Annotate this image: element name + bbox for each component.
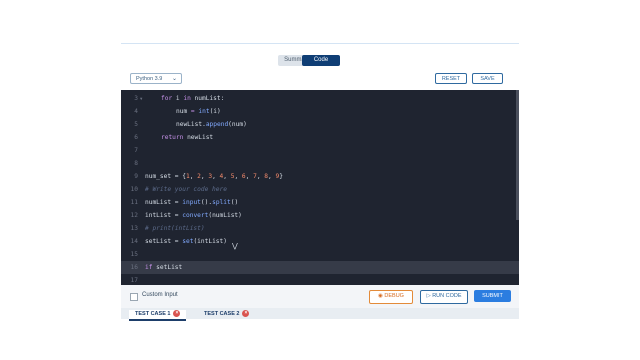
code-line: 11 numList = input().split() bbox=[121, 196, 519, 209]
run-code-button[interactable]: ▷ RUN CODE bbox=[420, 290, 468, 304]
code-line: 8 bbox=[121, 157, 519, 170]
code-line: 17 bbox=[121, 274, 519, 285]
code-line: 10 # Write your code here bbox=[121, 183, 519, 196]
editor-toolbar: Python 3.9 ⌄ RESET SAVE bbox=[130, 73, 519, 86]
mouse-cursor-icon: ⋁ bbox=[232, 242, 238, 250]
code-line: 9 num_set = {1, 2, 3, 4, 5, 6, 7, 8, 9} bbox=[121, 170, 519, 183]
editor-footer: Custom Input ◉ DEBUG ▷ RUN CODE SUBMIT T… bbox=[121, 285, 519, 321]
line-number: 15 bbox=[130, 251, 138, 258]
code-panel: Summary Code Python 3.9 ⌄ RESET SAVE 3 ▼… bbox=[121, 43, 519, 321]
line-number: 17 bbox=[130, 277, 138, 284]
editor-scrollbar[interactable] bbox=[516, 90, 519, 220]
code-editor[interactable]: 3 ▼ for i in numList: 4 num = int(i) 5 n… bbox=[121, 90, 519, 285]
language-value: Python 3.9 bbox=[136, 76, 163, 82]
custom-input-label: Custom Input bbox=[142, 292, 178, 298]
code-line: 6 return newList bbox=[121, 131, 519, 144]
fold-icon[interactable]: ▼ bbox=[140, 92, 142, 105]
custom-input-checkbox[interactable] bbox=[130, 293, 138, 301]
code-line: 15 bbox=[121, 248, 519, 261]
error-icon: × bbox=[173, 310, 181, 318]
save-button[interactable]: SAVE bbox=[472, 73, 503, 84]
language-select[interactable]: Python 3.9 ⌄ bbox=[130, 73, 182, 84]
code-line: 13 # print(intList) bbox=[121, 222, 519, 235]
code-line: 3 ▼ for i in numList: bbox=[121, 92, 519, 105]
code-line: 5 newList.append(num) bbox=[121, 118, 519, 131]
line-number: 10 bbox=[130, 186, 138, 193]
line-number: 4 bbox=[134, 108, 138, 115]
tab-code[interactable]: Code bbox=[302, 55, 340, 66]
line-number: 7 bbox=[134, 147, 138, 154]
bug-icon: ◉ bbox=[378, 293, 383, 299]
code-line: 12 intList = convert(numList) bbox=[121, 209, 519, 222]
reset-button[interactable]: RESET bbox=[435, 73, 467, 84]
view-tabs: Summary Code bbox=[278, 55, 340, 66]
code-line: 4 num = int(i) bbox=[121, 105, 519, 118]
line-number: 16 bbox=[130, 264, 138, 271]
line-number: 12 bbox=[130, 212, 138, 219]
code-line: 7 bbox=[121, 144, 519, 157]
line-number: 6 bbox=[134, 134, 138, 141]
error-icon: × bbox=[242, 310, 250, 318]
play-icon: ▷ bbox=[426, 293, 431, 299]
line-number: 11 bbox=[130, 199, 138, 206]
debug-button[interactable]: ◉ DEBUG bbox=[369, 290, 413, 304]
submit-button[interactable]: SUBMIT bbox=[474, 290, 511, 302]
test-case-tabs: TEST CASE 1 × TEST CASE 2 × bbox=[121, 308, 519, 321]
tab-test-case-2[interactable]: TEST CASE 2 × bbox=[204, 310, 250, 319]
code-line: 14 setList = set(intList) bbox=[121, 235, 519, 248]
line-number: 5 bbox=[134, 121, 138, 128]
line-number: 14 bbox=[130, 238, 138, 245]
line-number: 13 bbox=[130, 225, 138, 232]
chevron-down-icon: ⌄ bbox=[171, 76, 177, 82]
line-number: 9 bbox=[134, 173, 138, 180]
line-number: 8 bbox=[134, 160, 138, 167]
code-line-active: 16 if setList bbox=[121, 261, 519, 274]
line-number: 3 bbox=[134, 95, 138, 102]
tab-test-case-1[interactable]: TEST CASE 1 × bbox=[129, 310, 187, 321]
